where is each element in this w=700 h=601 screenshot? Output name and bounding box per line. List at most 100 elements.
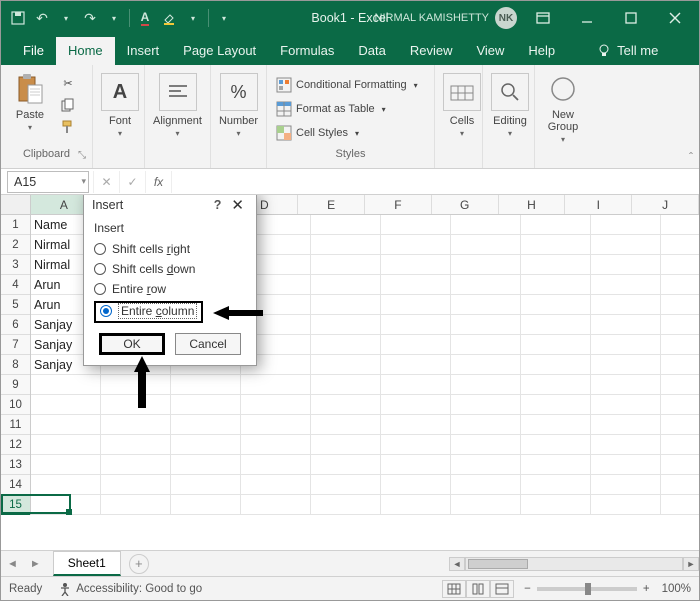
qat-dropdown-icon[interactable]: ▾ <box>105 9 123 27</box>
cell[interactable] <box>591 375 661 395</box>
tab-help[interactable]: Help <box>516 37 567 65</box>
cell[interactable] <box>451 415 521 435</box>
tell-me[interactable]: Tell me <box>585 37 670 65</box>
cell[interactable] <box>381 235 451 255</box>
zoom-out-button[interactable]: − <box>524 583 531 595</box>
cell[interactable] <box>381 375 451 395</box>
copy-button[interactable] <box>57 95 79 115</box>
cell[interactable] <box>381 355 451 375</box>
cell[interactable] <box>661 475 699 495</box>
cell[interactable] <box>661 455 699 475</box>
tab-file[interactable]: File <box>11 37 56 65</box>
column-header[interactable]: G <box>432 195 499 214</box>
cell[interactable] <box>521 275 591 295</box>
format-painter-button[interactable] <box>57 117 79 137</box>
cell[interactable] <box>171 495 241 515</box>
column-header[interactable]: H <box>499 195 566 214</box>
cell[interactable] <box>591 315 661 335</box>
cell[interactable] <box>591 215 661 235</box>
cell[interactable] <box>171 395 241 415</box>
cell[interactable] <box>311 215 381 235</box>
cell[interactable] <box>451 395 521 415</box>
row-header[interactable]: 5 <box>1 295 30 315</box>
scroll-left-button[interactable]: ◄ <box>449 557 465 571</box>
radio-entire-row[interactable]: Entire row <box>94 279 246 299</box>
cell[interactable] <box>661 215 699 235</box>
close-button[interactable] <box>657 1 693 35</box>
cell[interactable] <box>311 275 381 295</box>
cell[interactable] <box>521 215 591 235</box>
cell[interactable] <box>451 295 521 315</box>
zoom-slider[interactable] <box>537 587 637 591</box>
cell[interactable] <box>661 375 699 395</box>
cell[interactable] <box>451 375 521 395</box>
cell[interactable] <box>241 475 311 495</box>
ok-button[interactable]: OK <box>99 333 165 355</box>
cell[interactable] <box>661 275 699 295</box>
cell[interactable] <box>591 355 661 375</box>
cell[interactable] <box>31 495 101 515</box>
cell[interactable] <box>591 475 661 495</box>
cell[interactable] <box>381 415 451 435</box>
qat-dropdown-icon[interactable]: ▾ <box>184 9 202 27</box>
cell[interactable] <box>451 315 521 335</box>
row-header[interactable]: 2 <box>1 235 30 255</box>
dialog-close-button[interactable]: ✕ <box>227 196 248 214</box>
select-all-corner[interactable] <box>1 195 31 215</box>
cell[interactable] <box>661 235 699 255</box>
row-header[interactable]: 15 <box>1 495 30 515</box>
cell[interactable] <box>591 395 661 415</box>
cell[interactable] <box>311 475 381 495</box>
cell[interactable] <box>311 315 381 335</box>
page-layout-view-button[interactable] <box>466 580 490 598</box>
tab-view[interactable]: View <box>464 37 516 65</box>
alignment-dropdown[interactable]: Alignment ▾ <box>151 69 204 147</box>
cell[interactable] <box>31 435 101 455</box>
row-header[interactable]: 14 <box>1 475 30 495</box>
cell[interactable] <box>451 215 521 235</box>
cell[interactable] <box>591 435 661 455</box>
editing-dropdown[interactable]: Editing ▾ <box>489 69 531 147</box>
cell[interactable] <box>661 495 699 515</box>
cell[interactable] <box>661 315 699 335</box>
collapse-ribbon-icon[interactable]: ˆ <box>689 150 693 164</box>
cell[interactable] <box>381 255 451 275</box>
maximize-button[interactable] <box>613 1 649 35</box>
cell[interactable] <box>311 375 381 395</box>
cell[interactable] <box>171 455 241 475</box>
cell[interactable] <box>591 235 661 255</box>
cell[interactable] <box>171 475 241 495</box>
cell[interactable] <box>451 475 521 495</box>
cell[interactable] <box>381 395 451 415</box>
tab-formulas[interactable]: Formulas <box>268 37 346 65</box>
worksheet-grid[interactable]: ABCDEFGHIJ 123456789101112131415 NameNir… <box>1 195 699 550</box>
cell[interactable] <box>311 255 381 275</box>
cell[interactable] <box>451 495 521 515</box>
cell[interactable] <box>451 435 521 455</box>
row-header[interactable]: 10 <box>1 395 30 415</box>
cell[interactable] <box>661 435 699 455</box>
cell[interactable] <box>311 435 381 455</box>
cell[interactable] <box>241 495 311 515</box>
cell[interactable] <box>241 395 311 415</box>
account-user[interactable]: NIRMAL KAMISHETTY NK <box>375 7 518 29</box>
cell[interactable] <box>381 455 451 475</box>
cell[interactable] <box>381 495 451 515</box>
cell[interactable] <box>171 415 241 435</box>
cell[interactable] <box>381 215 451 235</box>
cancel-button[interactable]: Cancel <box>175 333 241 355</box>
cell[interactable] <box>521 415 591 435</box>
font-color-qat-icon[interactable]: A <box>136 9 154 27</box>
cell[interactable] <box>31 415 101 435</box>
cell[interactable] <box>311 295 381 315</box>
row-header[interactable]: 9 <box>1 375 30 395</box>
cell[interactable] <box>521 335 591 355</box>
add-sheet-button[interactable]: + <box>129 554 149 574</box>
cell[interactable] <box>31 375 101 395</box>
row-header[interactable]: 13 <box>1 455 30 475</box>
cell[interactable] <box>171 435 241 455</box>
format-as-table-button[interactable]: Format as Table▾ <box>273 99 421 119</box>
cell[interactable] <box>591 495 661 515</box>
column-header[interactable]: F <box>365 195 432 214</box>
cell[interactable] <box>451 255 521 275</box>
